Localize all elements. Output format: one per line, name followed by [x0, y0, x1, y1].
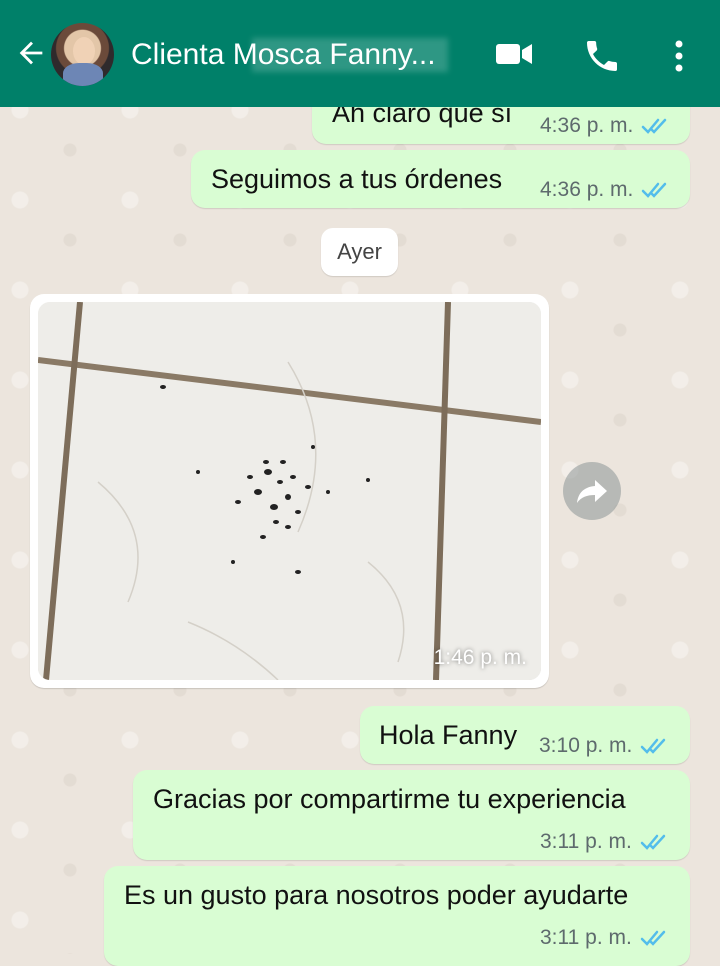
message-meta: 4:36 p. m.: [540, 114, 671, 138]
photo-image[interactable]: 1:46 p. m.: [38, 302, 541, 680]
message-bubble[interactable]: Gracias por compartirme tu experiencia 3…: [133, 770, 690, 860]
double-check-icon: [642, 182, 667, 198]
message-time: 3:11 p. m.: [540, 926, 632, 949]
message-text: Hola Fanny: [379, 720, 518, 750]
message-time: 4:36 p. m.: [540, 114, 634, 137]
avatar-scarf: [63, 63, 103, 86]
video-call-icon[interactable]: [494, 36, 534, 70]
forward-icon: [577, 480, 607, 503]
message-time: 4:36 p. m.: [540, 178, 634, 201]
date-divider: Ayer: [321, 228, 398, 276]
message-bubble[interactable]: Es un gusto para nosotros poder ayudarte…: [104, 866, 690, 966]
avatar-face: [73, 37, 95, 65]
message-meta: 3:11 p. m.: [540, 926, 670, 950]
message-time: 3:11 p. m.: [540, 830, 632, 853]
chat-header: Clienta Mosca Fanny...: [0, 0, 720, 107]
message-bubble[interactable]: Seguimos a tus órdenes 4:36 p. m.: [191, 150, 690, 208]
double-check-icon: [640, 930, 666, 946]
photo-time: 1:46 p. m.: [433, 646, 527, 669]
tile-floor-image: [38, 302, 541, 680]
double-check-icon: [642, 118, 667, 134]
forward-button[interactable]: [563, 462, 621, 520]
message-text: Gracias por compartirme tu experiencia: [153, 784, 626, 814]
message-meta: 4:36 p. m.: [540, 178, 671, 202]
redacted-name-overlay: [252, 38, 448, 72]
avatar[interactable]: [51, 23, 114, 86]
phone-icon[interactable]: [582, 36, 622, 76]
message-bubble[interactable]: Hola Fanny 3:10 p. m.: [360, 706, 690, 764]
message-text: Seguimos a tus órdenes: [211, 164, 503, 194]
message-meta: 3:11 p. m.: [540, 830, 670, 854]
more-vertical-icon[interactable]: [665, 36, 693, 76]
double-check-icon: [640, 834, 666, 850]
message-text: Es un gusto para nosotros poder ayudarte: [124, 880, 629, 910]
message-meta: 3:10 p. m.: [539, 734, 670, 758]
arrow-left-icon[interactable]: [14, 36, 48, 70]
message-time: 3:10 p. m.: [539, 734, 633, 757]
double-check-icon: [641, 738, 666, 754]
